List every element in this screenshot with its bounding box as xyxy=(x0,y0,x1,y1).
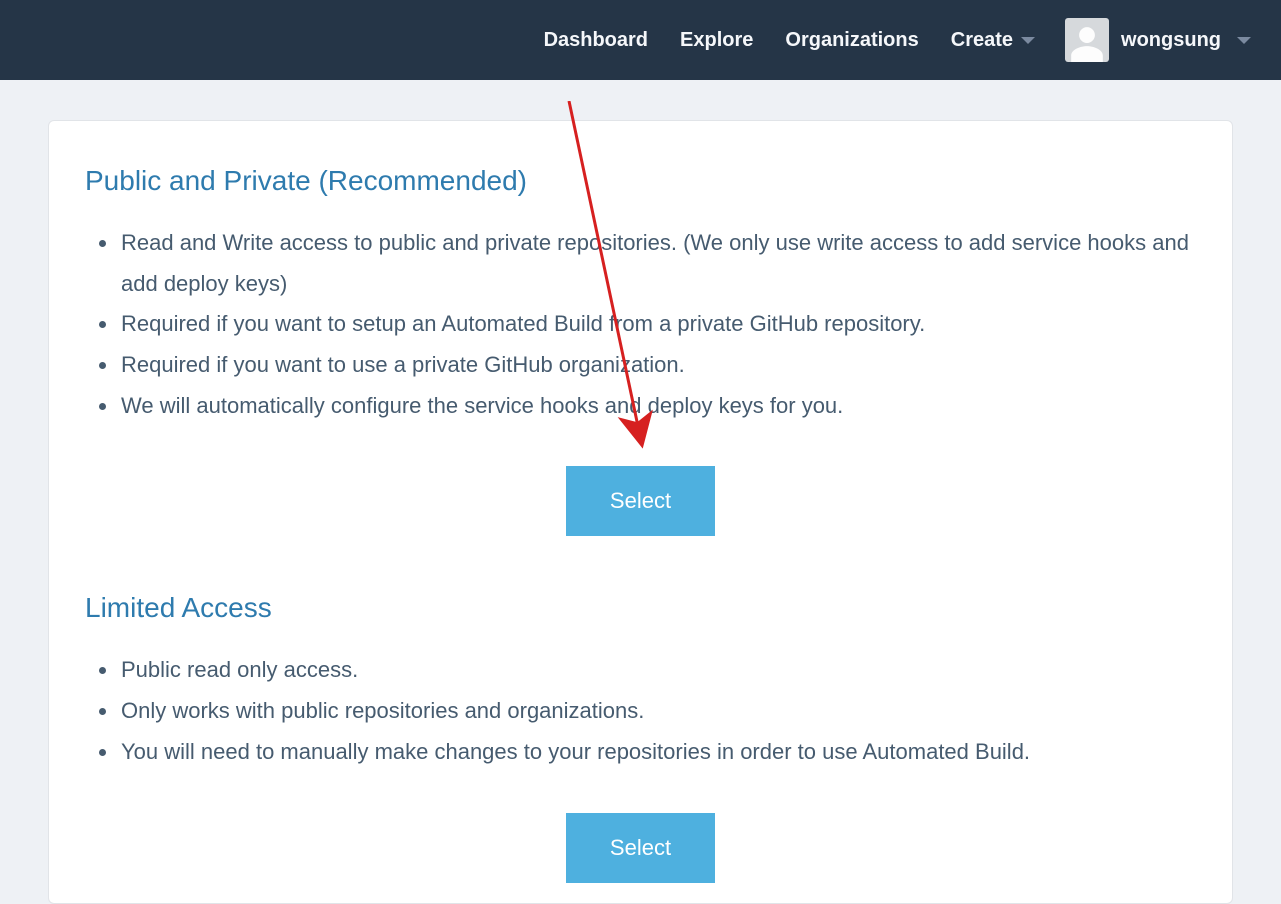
caret-down-icon xyxy=(1237,37,1251,44)
nav-explore-label: Explore xyxy=(680,29,753,52)
page-container: Public and Private (Recommended) Read an… xyxy=(0,80,1281,904)
nav-organizations[interactable]: Organizations xyxy=(769,0,934,80)
access-card: Public and Private (Recommended) Read an… xyxy=(48,120,1233,904)
list-item: Only works with public repositories and … xyxy=(119,691,1196,732)
section-title-public-private: Public and Private (Recommended) xyxy=(85,165,1196,197)
nav-dashboard-label: Dashboard xyxy=(544,29,648,52)
caret-down-icon xyxy=(1021,37,1035,44)
nav-create[interactable]: Create xyxy=(935,0,1051,80)
list-item: You will need to manually make changes t… xyxy=(119,732,1196,773)
nav-user-menu[interactable]: wongsung xyxy=(1051,0,1251,80)
nav-explore[interactable]: Explore xyxy=(664,0,769,80)
list-item: Required if you want to setup an Automat… xyxy=(119,304,1196,345)
list-item: Public read only access. xyxy=(119,650,1196,691)
top-navbar: Dashboard Explore Organizations Create w… xyxy=(0,0,1281,80)
list-item: Read and Write access to public and priv… xyxy=(119,223,1196,304)
select-limited-button[interactable]: Select xyxy=(566,813,715,883)
avatar xyxy=(1065,18,1109,62)
nav-username: wongsung xyxy=(1121,29,1221,52)
button-row: Select xyxy=(85,813,1196,883)
list-item: We will automatically configure the serv… xyxy=(119,386,1196,427)
select-public-private-button[interactable]: Select xyxy=(566,466,715,536)
section-title-limited: Limited Access xyxy=(85,592,1196,624)
nav-organizations-label: Organizations xyxy=(785,29,918,52)
public-private-list: Read and Write access to public and priv… xyxy=(85,223,1196,426)
button-row: Select xyxy=(85,466,1196,536)
nav-dashboard[interactable]: Dashboard xyxy=(528,0,664,80)
list-item: Required if you want to use a private Gi… xyxy=(119,345,1196,386)
nav-create-label: Create xyxy=(951,29,1013,52)
limited-list: Public read only access. Only works with… xyxy=(85,650,1196,772)
